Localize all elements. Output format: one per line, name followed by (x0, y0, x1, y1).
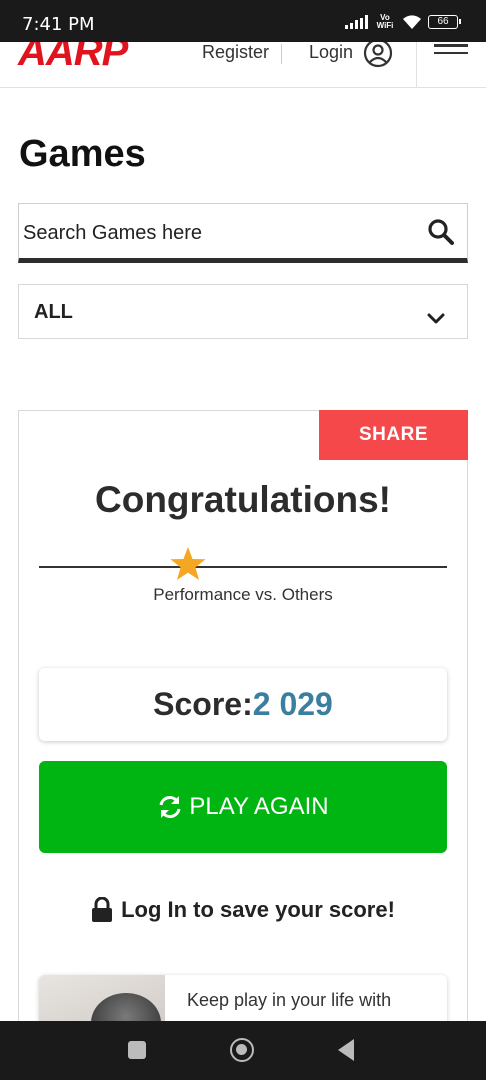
search-icon[interactable] (427, 218, 455, 246)
page-title: Games (19, 133, 146, 175)
chevron-down-icon (427, 313, 445, 324)
vowifi-indicator: Vo WiFi (376, 13, 394, 30)
aarp-logo[interactable]: AARP (18, 42, 128, 75)
back-button[interactable] (338, 1039, 354, 1061)
play-again-button[interactable]: PLAY AGAIN (39, 761, 447, 853)
star-icon (170, 547, 206, 580)
score-label: Score: (153, 686, 253, 722)
register-link[interactable]: Register (202, 42, 269, 63)
search-input[interactable] (23, 218, 413, 248)
user-circle-icon[interactable] (363, 42, 393, 68)
login-to-save-label: Log In to save your score! (121, 897, 395, 922)
game-result-card: SHARE Congratulations! Performance vs. O… (18, 410, 468, 1080)
home-button[interactable] (230, 1038, 254, 1062)
score-value: 2 029 (252, 686, 333, 722)
recent-apps-button[interactable] (128, 1041, 146, 1059)
status-icons: Vo WiFi 66 (345, 13, 461, 30)
status-bar: 7:41 PM Vo WiFi 66 (0, 0, 486, 42)
refresh-icon (159, 796, 181, 818)
promo-text: Keep play in your life with (187, 990, 392, 1010)
header-separator (281, 44, 282, 64)
login-link[interactable]: Login (309, 42, 353, 63)
category-filter-select[interactable]: ALL (18, 284, 468, 339)
hamburger-menu-icon[interactable] (434, 44, 468, 64)
performance-bar (39, 566, 447, 568)
score-box: Score: 2 029 (39, 668, 447, 741)
system-nav-bar (0, 1021, 486, 1080)
site-header: AARP Register Login (0, 42, 486, 88)
signal-icon (345, 15, 368, 29)
status-time: 7:41 PM (22, 14, 95, 35)
login-to-save-link[interactable]: Log In to save your score! (19, 897, 467, 923)
share-button[interactable]: SHARE (319, 410, 468, 460)
search-bar (18, 203, 468, 263)
performance-label: Performance vs. Others (153, 585, 333, 604)
play-again-label: PLAY AGAIN (189, 793, 329, 820)
wifi-icon (403, 15, 421, 29)
congratulations-heading: Congratulations! (95, 479, 391, 520)
filter-selected-value: ALL (34, 301, 73, 323)
lock-icon (92, 897, 113, 922)
menu-divider (416, 42, 417, 87)
battery-icon: 66 (428, 15, 461, 29)
